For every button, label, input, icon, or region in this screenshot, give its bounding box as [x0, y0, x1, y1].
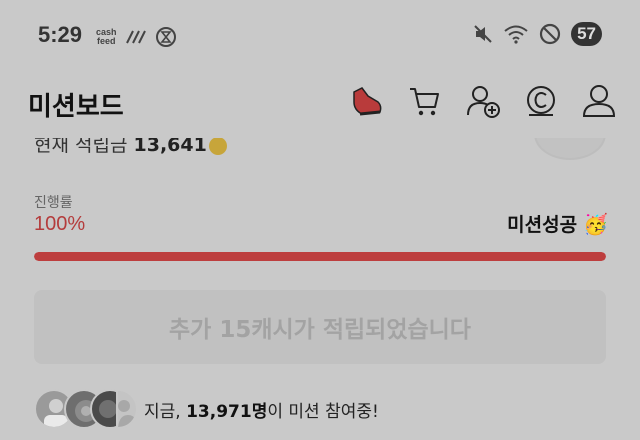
do-not-disturb-icon	[539, 23, 561, 45]
hourglass-badge-icon	[155, 27, 176, 47]
current-balance-row: 현재 적립금 13,641	[34, 138, 614, 168]
app-header: 미션보드	[0, 72, 640, 136]
page-title: 미션보드	[28, 92, 124, 122]
avatar	[116, 389, 138, 429]
cart-icon[interactable]	[406, 82, 444, 120]
progress-bar	[34, 252, 606, 261]
cashfeed-notification-icon: cash feed	[96, 27, 117, 46]
mute-icon	[474, 25, 492, 43]
coin-icon	[208, 138, 227, 155]
progress-label: 진행률	[34, 195, 73, 211]
participants-text: 지금, 13,971명이 미션 참여중!	[144, 401, 379, 422]
progress-bar-fill	[34, 252, 606, 261]
add-friend-icon[interactable]	[464, 82, 502, 120]
status-left-icons: cash feed	[96, 26, 177, 48]
status-right-icons: 57	[473, 22, 602, 46]
avatar-group	[34, 389, 138, 429]
mission-status: 미션성공 🥳	[507, 210, 608, 237]
reward-claimed-text: 추가 15캐시가 적립되었습니다	[169, 317, 471, 343]
current-balance-text: 현재 적립금 13,641	[34, 138, 227, 157]
status-time: 5:29	[38, 22, 83, 47]
coin-c-icon[interactable]	[522, 82, 560, 120]
progress-ring-partial	[534, 138, 606, 160]
shoe-icon[interactable]	[348, 82, 386, 120]
participants-count: 13,971명	[186, 401, 268, 422]
progress-value: 100%	[34, 213, 86, 235]
party-face-icon: 🥳	[583, 211, 608, 236]
battery-indicator: 57	[571, 22, 602, 46]
header-icons	[348, 82, 618, 120]
reward-claimed-button[interactable]: 추가 15캐시가 적립되었습니다	[34, 290, 606, 364]
participants-row: 지금, 13,971명이 미션 참여중!	[34, 388, 379, 430]
current-balance-amount: 13,641	[133, 138, 207, 156]
mission-status-text: 미션성공	[507, 214, 578, 236]
profile-icon[interactable]	[580, 82, 618, 120]
wifi-icon	[504, 25, 528, 44]
status-bar: 5:29 cash feed 57	[0, 0, 640, 72]
slash-pattern-icon	[125, 30, 146, 44]
